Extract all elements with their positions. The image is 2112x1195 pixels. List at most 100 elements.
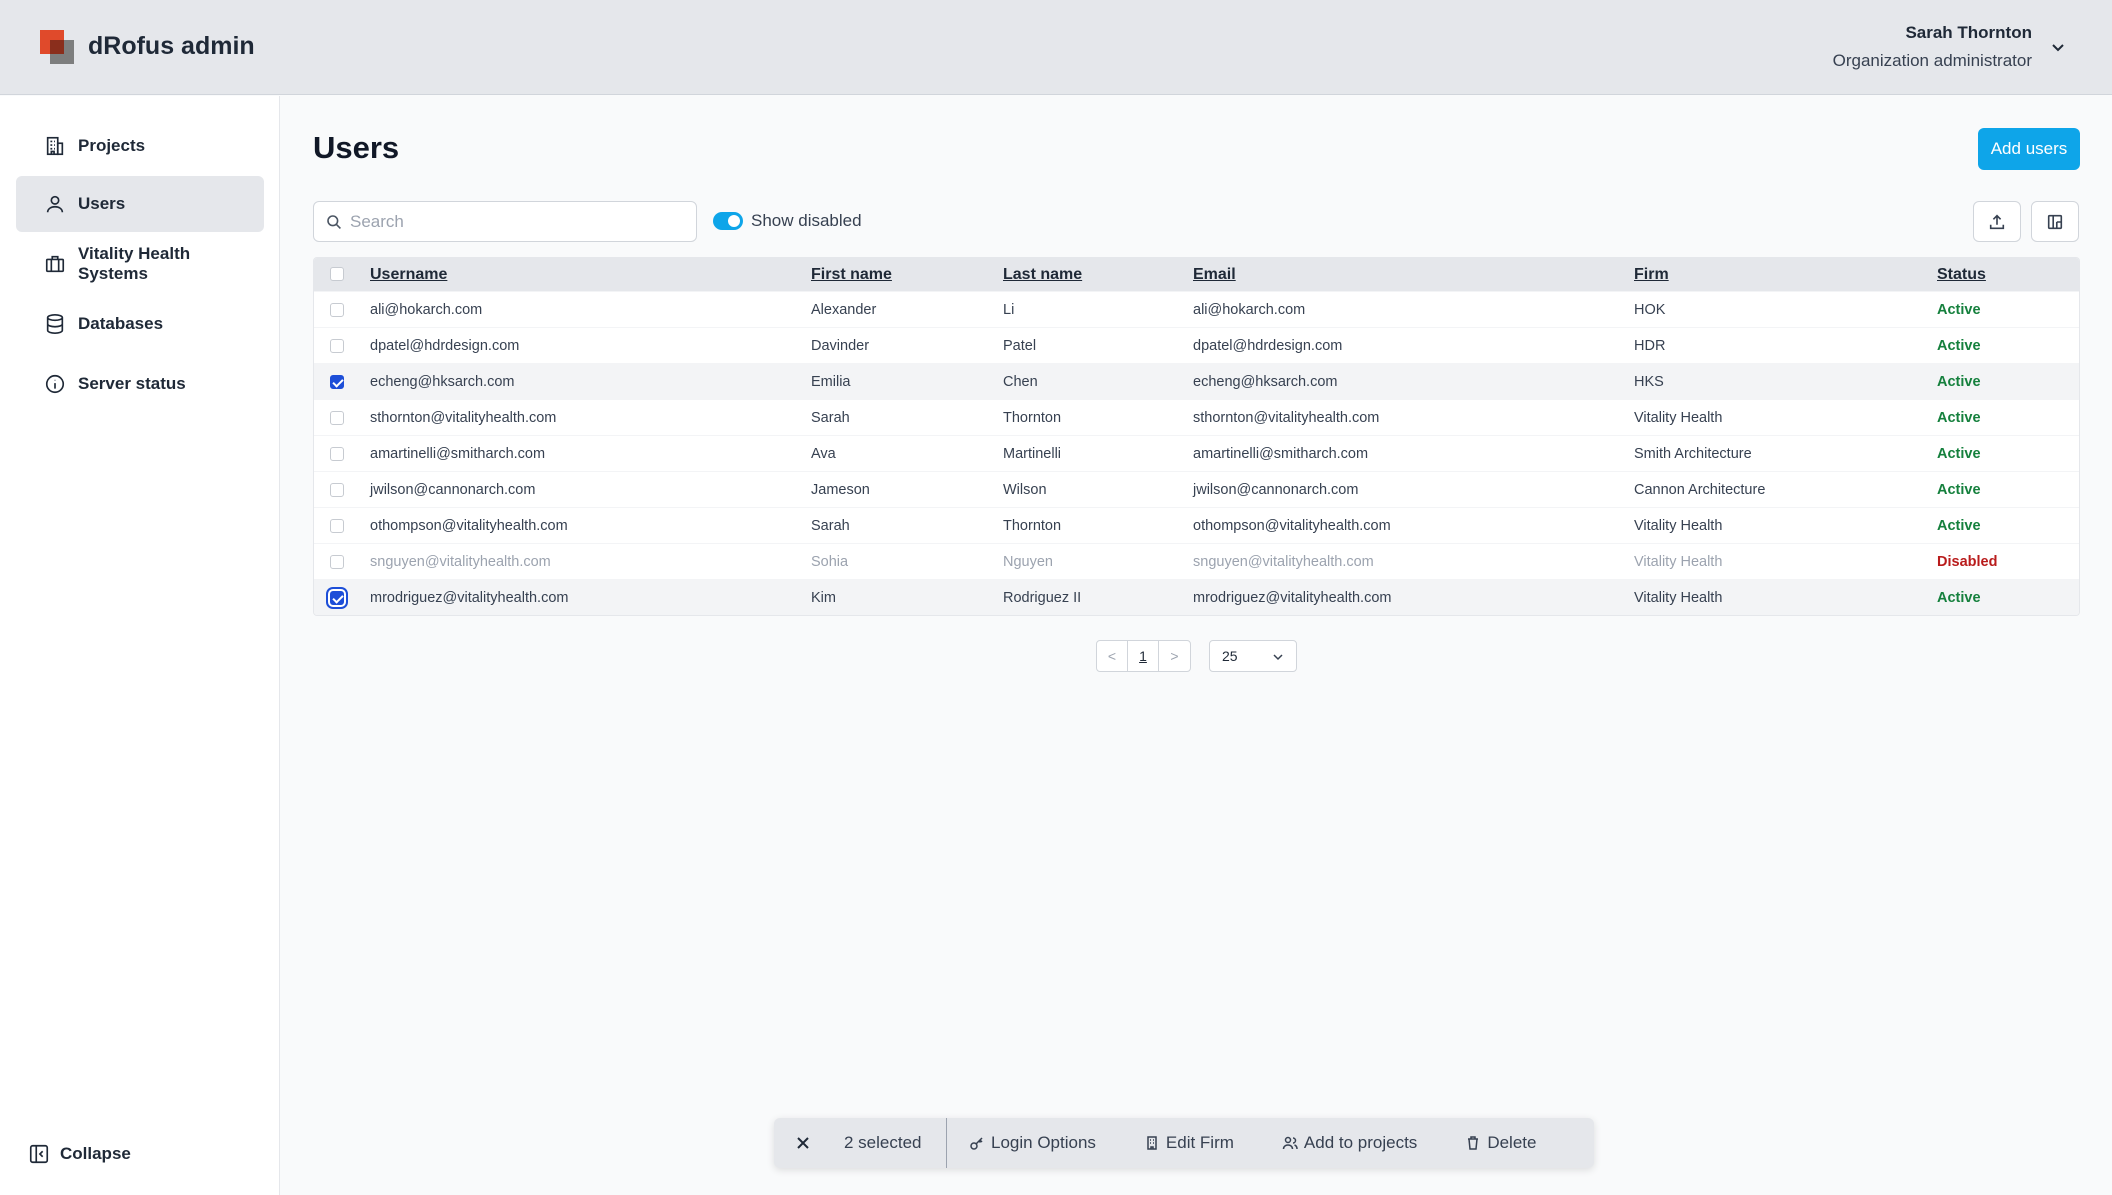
action-label: Delete — [1487, 1133, 1537, 1152]
key-icon — [970, 1137, 983, 1150]
row-checkbox[interactable] — [330, 339, 344, 353]
export-button[interactable] — [1973, 201, 2021, 242]
cell-email: othompson@vitalityhealth.com — [1193, 518, 1391, 534]
sidebar-item-users[interactable]: Users — [16, 176, 264, 232]
column-settings-button[interactable] — [2031, 201, 2079, 242]
table-row[interactable]: jwilson@cannonarch.com Jameson Wilson jwils… — [314, 471, 2079, 507]
cell-first: Kim — [811, 590, 836, 606]
pagination: < 1 > — [1096, 640, 1191, 672]
row-checkbox[interactable] — [330, 591, 344, 605]
info-icon — [45, 374, 65, 394]
cell-username: echeng@hksarch.com — [370, 374, 515, 390]
cell-status: Active — [1937, 482, 1981, 498]
chevron-down-icon[interactable] — [2048, 38, 2068, 58]
cell-firm: Vitality Health — [1634, 518, 1723, 534]
cell-username: ali@hokarch.com — [370, 302, 483, 318]
cell-last: Patel — [1003, 338, 1037, 354]
action-label: Edit Firm — [1165, 1133, 1234, 1152]
table-row[interactable]: dpatel@hdrdesign.com Davinder Patel dpatel@… — [314, 327, 2079, 363]
cell-email: echeng@hksarch.com — [1193, 374, 1338, 390]
columns-icon — [2047, 214, 2063, 229]
row-checkbox[interactable] — [330, 483, 344, 497]
page-title: Users — [313, 130, 400, 165]
top-header: dRofus admin Sarah Thornton Organization… — [0, 0, 2112, 95]
sidebar-item-label: Vitality Health Systems — [78, 244, 191, 283]
clear-selection-button[interactable] — [774, 1118, 832, 1168]
column-header-email[interactable]: Email — [1193, 266, 1236, 284]
users-icon — [1282, 1136, 1298, 1150]
next-page-button[interactable]: > — [1159, 641, 1190, 671]
cell-status: Active — [1937, 590, 1981, 606]
user-menu[interactable]: Sarah Thornton Organization administrato… — [1833, 23, 2032, 71]
add-users-button[interactable]: Add users — [1978, 128, 2080, 170]
cell-username: jwilson@cannonarch.com — [370, 482, 536, 498]
database-icon — [46, 314, 64, 334]
delete-button[interactable]: Delete — [1465, 1133, 1536, 1153]
show-disabled-label: Show disabled — [751, 211, 862, 230]
prev-page-button[interactable]: < — [1097, 641, 1128, 671]
upload-icon — [1989, 214, 2005, 229]
table-row[interactable]: snguyen@vitalityhealth.com Sohia Nguyen sng… — [314, 543, 2079, 579]
sidebar-item-server-status[interactable]: Server status — [16, 356, 264, 412]
cell-email: snguyen@vitalityhealth.com — [1193, 554, 1374, 570]
cell-first: Davinder — [811, 338, 870, 354]
cell-last: Wilson — [1003, 482, 1047, 498]
row-checkbox[interactable] — [330, 447, 344, 461]
select-all-checkbox[interactable] — [330, 267, 344, 281]
cell-username: sthornton@vitalityhealth.com — [370, 410, 557, 426]
page-size-select[interactable]: 25 — [1209, 640, 1297, 672]
sidebar-item-vitality-health-systems[interactable]: Vitality Health Systems — [16, 236, 264, 292]
column-header-status[interactable]: Status — [1937, 266, 1986, 284]
edit-firm-button[interactable]: Edit Firm — [1144, 1133, 1234, 1153]
cell-first: Sohia — [811, 554, 849, 570]
drofus-logo — [40, 30, 74, 64]
cell-status: Active — [1937, 374, 1981, 390]
column-header-username[interactable]: Username — [370, 266, 447, 284]
table-row[interactable]: amartinelli@smitharch.com Ava Martinelli am… — [314, 435, 2079, 471]
row-checkbox[interactable] — [330, 375, 344, 389]
action-label: Login Options — [991, 1133, 1096, 1152]
user-name: Sarah Thornton — [1905, 23, 2032, 42]
login-options-button[interactable]: Login Options — [969, 1133, 1096, 1153]
row-checkbox[interactable] — [330, 555, 344, 569]
add-to-projects-button[interactable]: Add to projects — [1282, 1133, 1417, 1153]
table-row[interactable]: mrodriguez@vitalityhealth.com Kim Rodrigue… — [314, 579, 2079, 615]
cell-status: Active — [1937, 338, 1981, 354]
close-icon — [797, 1137, 809, 1149]
sidebar-item-databases[interactable]: Databases — [16, 296, 264, 352]
table-header: Username First name Last name Email Firm… — [314, 258, 2079, 291]
sidebar: Projects Users Vitality Health Systems D… — [0, 96, 280, 1195]
briefcase-icon — [45, 255, 65, 273]
users-table: Username First name Last name Email Firm… — [313, 257, 2080, 616]
table-row[interactable]: ali@hokarch.com Alexander Li ali@hokarch.co… — [314, 291, 2079, 327]
table-row[interactable]: othompson@vitalityhealth.com Sarah Thornto… — [314, 507, 2079, 543]
collapse-button[interactable]: Collapse — [28, 1143, 131, 1165]
row-checkbox[interactable] — [330, 519, 344, 533]
row-checkbox[interactable] — [330, 303, 344, 317]
cell-firm: Vitality Health — [1634, 590, 1723, 606]
page-number[interactable]: 1 — [1128, 641, 1159, 671]
user-icon — [46, 195, 64, 213]
show-disabled-toggle[interactable] — [713, 212, 743, 230]
action-label: Add to projects — [1303, 1133, 1418, 1152]
cell-username: dpatel@hdrdesign.com — [370, 338, 520, 354]
cell-firm: Cannon Architecture — [1634, 482, 1766, 498]
table-row[interactable]: echeng@hksarch.com Emilia Chen echeng@hksar… — [314, 363, 2079, 399]
cell-status: Active — [1937, 446, 1981, 462]
bulk-action-bar: 2 selected Login Options Edit Firm Add t… — [774, 1118, 1594, 1168]
cell-firm: HOK — [1634, 302, 1666, 318]
sidebar-item-label: Server status — [78, 374, 186, 393]
sidebar-item-projects[interactable]: Projects — [16, 118, 264, 174]
cell-firm: Vitality Health — [1634, 554, 1723, 570]
search-input[interactable] — [350, 211, 670, 232]
row-checkbox[interactable] — [330, 411, 344, 425]
page-size-value: 25 — [1222, 648, 1238, 664]
table-row[interactable]: sthornton@vitalityhealth.com Sarah Thornto… — [314, 399, 2079, 435]
column-header-first-name[interactable]: First name — [811, 266, 892, 284]
sidebar-item-label: Projects — [78, 136, 146, 155]
search-box — [313, 201, 697, 242]
column-header-firm[interactable]: Firm — [1634, 266, 1669, 284]
cell-last: Chen — [1003, 374, 1038, 390]
column-header-last-name[interactable]: Last name — [1003, 266, 1082, 284]
cell-first: Jameson — [811, 482, 870, 498]
